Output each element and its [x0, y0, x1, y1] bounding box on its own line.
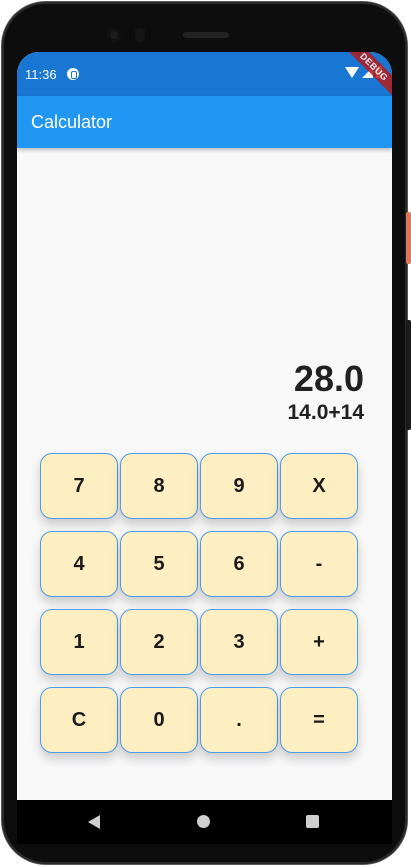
front-camera-icon: [107, 28, 121, 42]
calculator-display: 28.0 14.0+14: [288, 358, 365, 426]
home-icon[interactable]: [197, 815, 210, 828]
key-decimal[interactable]: .: [200, 687, 278, 753]
status-time: 11:36: [25, 67, 57, 82]
volume-button: [406, 320, 411, 430]
result-text: 28.0: [293, 358, 364, 399]
key-9[interactable]: 9: [200, 453, 278, 519]
recents-icon[interactable]: [306, 815, 319, 828]
back-icon[interactable]: [88, 815, 100, 829]
key-3[interactable]: 3: [200, 609, 278, 675]
earpiece-speaker: [183, 32, 229, 38]
key-1[interactable]: 1: [40, 609, 118, 675]
navigation-bar: [17, 800, 392, 844]
key-clear[interactable]: C: [40, 687, 118, 753]
power-button: [406, 212, 411, 264]
app-bar: Calculator: [17, 96, 392, 148]
key-equals[interactable]: =: [280, 687, 358, 753]
key-8[interactable]: 8: [120, 453, 198, 519]
key-7[interactable]: 7: [40, 453, 118, 519]
wifi-icon: [345, 67, 359, 78]
expression-text: 14.0+14: [287, 401, 365, 424]
key-add[interactable]: +: [280, 609, 358, 675]
key-multiply[interactable]: X: [280, 453, 358, 519]
key-5[interactable]: 5: [120, 531, 198, 597]
key-4[interactable]: 4: [40, 531, 118, 597]
key-6[interactable]: 6: [200, 531, 278, 597]
status-bar: 11:36 DEBUG: [17, 52, 392, 101]
key-0[interactable]: 0: [120, 687, 198, 753]
sensor-icon: [135, 28, 145, 42]
screen: 11:36 DEBUG Calculator 28.0 14.0+14 7 8 …: [17, 52, 392, 800]
key-subtract[interactable]: -: [280, 531, 358, 597]
key-2[interactable]: 2: [120, 609, 198, 675]
app-title: Calculator: [31, 112, 113, 132]
app-notification-icon: [67, 68, 79, 80]
